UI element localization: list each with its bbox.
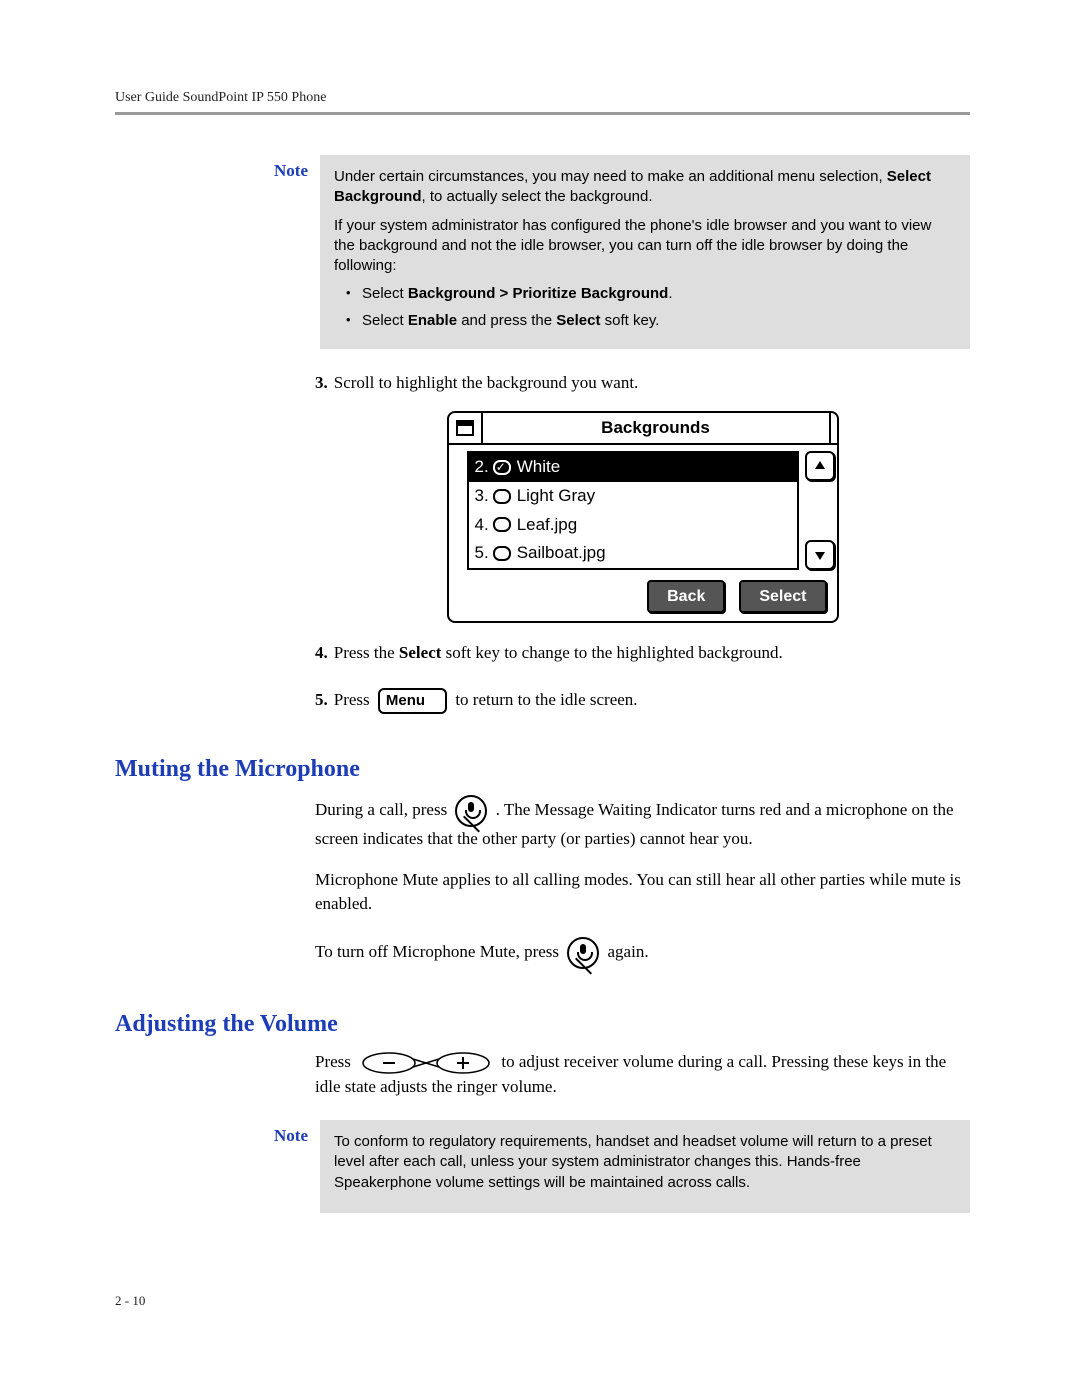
note1-b2a: Select: [362, 312, 408, 329]
item-label: Light Gray: [517, 484, 595, 509]
radio-icon: [493, 546, 511, 561]
note1-p1b: , to actually select the background.: [422, 188, 653, 205]
softkey-back: Back: [647, 580, 725, 613]
step-4a: Press the: [334, 643, 399, 662]
checked-icon: [493, 460, 511, 475]
list-item: 2. White: [469, 453, 797, 482]
header-divider: [115, 112, 970, 115]
note-label: Note: [250, 1120, 308, 1213]
mute-p3b: again.: [603, 942, 648, 961]
note2-p1: To conform to regulatory requirements, h…: [334, 1132, 956, 1193]
note1-b2mid: and press the: [457, 312, 556, 329]
volume-keys-icon: [361, 1050, 491, 1075]
running-header: User Guide SoundPoint IP 550 Phone: [115, 90, 970, 106]
step-5: 5. Press Menu to return to the idle scree…: [315, 688, 970, 714]
step-3-text: Scroll to highlight the background you w…: [334, 373, 639, 392]
menu-key-icon: Menu: [378, 688, 447, 714]
note1-b2-bold2: Select: [556, 312, 600, 329]
mute-p1a: During a call, press: [315, 800, 451, 819]
heading-muting: Muting the Microphone: [115, 756, 970, 783]
mute-button-icon: [567, 937, 599, 969]
note-1: Note Under certain circumstances, you ma…: [250, 155, 970, 349]
step-4-bold: Select: [399, 643, 441, 662]
radio-icon: [493, 489, 511, 504]
scroll-down-icon: [805, 540, 835, 570]
step-5a: Press: [334, 690, 374, 709]
note1-p2: If your system administrator has configu…: [334, 216, 956, 277]
item-num: 3.: [475, 484, 489, 509]
softkey-select: Select: [739, 580, 826, 613]
list-item: 3. Light Gray: [469, 482, 797, 511]
note1-b1b: .: [668, 285, 672, 302]
step-5b: to return to the idle screen.: [451, 690, 637, 709]
phone-lcd-screenshot: Backgrounds 2. White 3. Light Gray 4. Le…: [447, 411, 839, 623]
item-label: Sailboat.jpg: [517, 541, 606, 566]
step-3: 3. Scroll to highlight the background you…: [315, 371, 970, 396]
mute-p1: During a call, press . The Message Waiti…: [315, 795, 970, 852]
mute-p3a: To turn off Microphone Mute, press: [315, 942, 563, 961]
note1-b2-bold1: Enable: [408, 312, 457, 329]
mute-button-icon: [455, 795, 487, 827]
item-num: 5.: [475, 541, 489, 566]
mute-p3: To turn off Microphone Mute, press again…: [315, 937, 970, 969]
home-icon: [449, 413, 483, 443]
step-4b: soft key to change to the highlighted ba…: [441, 643, 782, 662]
note1-b1-bold: Background > Prioritize Background: [408, 285, 668, 302]
note-body: Under certain circumstances, you may nee…: [320, 155, 970, 349]
screen-title: Backgrounds: [483, 413, 831, 443]
item-label: White: [517, 455, 560, 480]
vol-p1: Press to adjust receiver volume during a…: [315, 1050, 970, 1100]
list-item: 5. Sailboat.jpg: [469, 539, 797, 568]
item-num: 2.: [475, 455, 489, 480]
vol-p1a: Press: [315, 1052, 355, 1071]
mute-p2: Microphone Mute applies to all calling m…: [315, 868, 970, 917]
step-4: 4. Press the Select soft key to change to…: [315, 641, 970, 666]
step-4-num: 4.: [315, 643, 328, 662]
step-3-num: 3.: [315, 373, 328, 392]
note1-b1a: Select: [362, 285, 408, 302]
scroll-up-icon: [805, 451, 835, 481]
note-body: To conform to regulatory requirements, h…: [320, 1120, 970, 1213]
screen-list: 2. White 3. Light Gray 4. Leaf.jpg 5. Sa…: [467, 451, 799, 570]
list-item: 4. Leaf.jpg: [469, 511, 797, 540]
note1-p1a: Under certain circumstances, you may nee…: [334, 168, 887, 185]
note-label: Note: [250, 155, 308, 349]
heading-volume: Adjusting the Volume: [115, 1011, 970, 1038]
step-5-num: 5.: [315, 690, 328, 709]
note-2: Note To conform to regulatory requiremen…: [250, 1120, 970, 1213]
item-label: Leaf.jpg: [517, 513, 578, 538]
item-num: 4.: [475, 513, 489, 538]
note1-b2b: soft key.: [600, 312, 659, 329]
radio-icon: [493, 517, 511, 532]
page-number: 2 - 10: [115, 1293, 145, 1309]
